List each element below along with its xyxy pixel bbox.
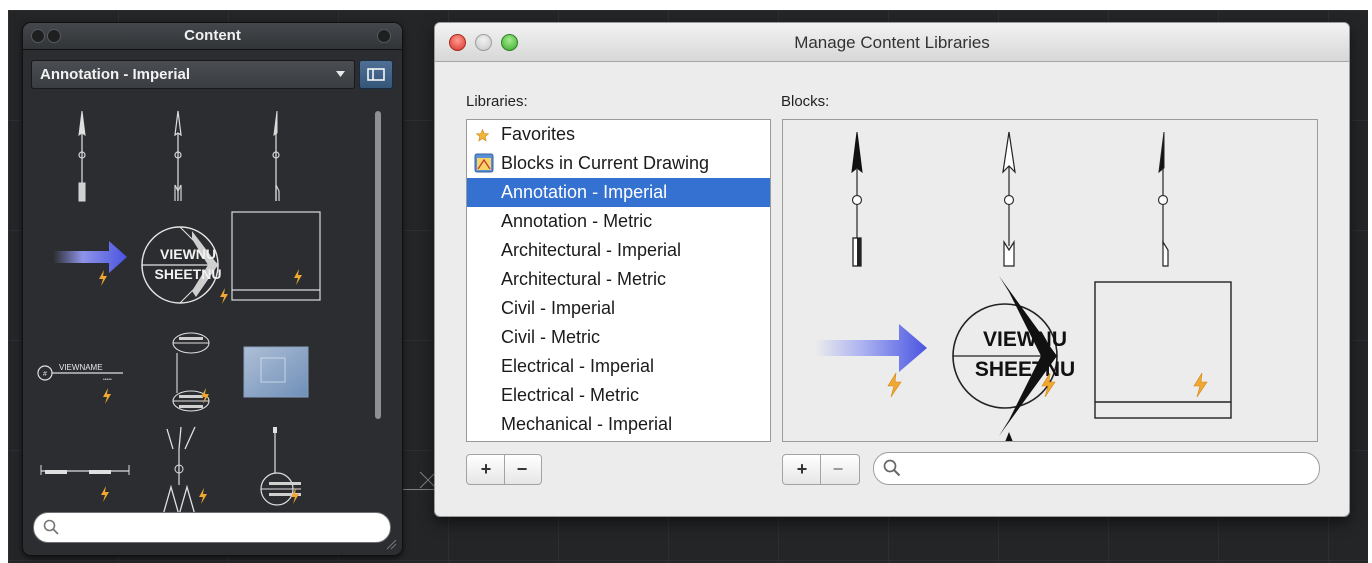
chevron-down-icon [336, 71, 345, 77]
library-label: Civil - Imperial [501, 298, 616, 318]
block-north-arrow-2[interactable] [989, 128, 1029, 268]
block-sheet-text: SHEETNU [975, 358, 1075, 381]
palette-block-section-callout[interactable] [253, 425, 313, 519]
block-next-row-marker [1005, 432, 1013, 441]
dynamic-block-bolt-icon [201, 388, 209, 404]
blocks-search-input[interactable] [873, 452, 1320, 485]
remove-block-button[interactable]: − [821, 455, 855, 484]
list-item[interactable]: Civil - Metric [467, 323, 770, 352]
palette-block-wind-rose[interactable] [159, 425, 219, 519]
add-block-button[interactable]: + [785, 455, 819, 484]
palette-block-north-arrow-1[interactable] [67, 107, 97, 207]
palette-scrollbar[interactable] [375, 111, 381, 419]
view-label-icon: # VIEWNAME ••••• [37, 363, 123, 383]
list-item[interactable]: Annotation - Imperial [467, 178, 770, 207]
remove-library-button[interactable]: − [505, 455, 539, 484]
toggle-view-button[interactable] [359, 60, 393, 89]
add-library-button[interactable]: + [469, 455, 503, 484]
resize-grip-icon[interactable] [385, 538, 397, 550]
palette-block-title-box[interactable] [230, 210, 322, 302]
palette-sheet-text: SHEETNU [155, 266, 222, 282]
dialog-title-bar[interactable]: Manage Content Libraries [435, 23, 1349, 62]
libraries-list: Favorites Blocks in Current Drawing Anno… [466, 119, 771, 442]
dynamic-block-bolt-icon [1041, 372, 1056, 398]
svg-text:•••••: ••••• [103, 377, 112, 383]
library-label: Architectural - Metric [501, 269, 667, 289]
blocks-preview-pane: VIEWNU SHEETNU [782, 119, 1318, 442]
content-palette: Content Annotation - Imperial VIEWNU SHE… [22, 22, 403, 556]
palette-block-image-tile[interactable] [243, 346, 309, 400]
blocks-add-remove-buttons: + − [782, 454, 860, 485]
list-item[interactable]: Electrical - Imperial [467, 352, 770, 381]
library-label: Favorites [501, 124, 576, 144]
palette-block-north-arrow-2[interactable] [163, 107, 193, 207]
library-select[interactable]: Annotation - Imperial [31, 60, 355, 89]
list-item[interactable]: Architectural - Imperial [467, 236, 770, 265]
scale-bar-icon [40, 465, 130, 475]
panel-view-icon [367, 68, 385, 81]
library-label: Mechanical - Imperial [501, 414, 673, 434]
star-icon [476, 129, 489, 142]
block-view-title[interactable]: VIEWNU SHEETNU [947, 270, 1097, 440]
search-icon [883, 459, 901, 477]
image-tile-icon [243, 346, 309, 398]
dynamic-block-bolt-icon [199, 488, 207, 504]
palette-view-text: VIEWNU [160, 246, 216, 262]
library-label: Electrical - Metric [501, 385, 640, 405]
svg-text:#: # [43, 371, 47, 378]
palette-blocks-grid: VIEWNU SHEETNU # VIEWNAME ••••• [23, 95, 378, 517]
library-label: Architectural - Imperial [501, 240, 682, 260]
palette-title: Content [184, 27, 241, 44]
list-item[interactable]: Annotation - Metric [467, 207, 770, 236]
list-item[interactable]: Blocks in Current Drawing [467, 149, 770, 178]
search-icon [43, 519, 59, 535]
dynamic-block-bolt-icon [101, 486, 109, 502]
library-label: Annotation - Metric [501, 211, 653, 231]
block-view-text: VIEWNU [983, 328, 1067, 351]
list-item[interactable]: Architectural - Metric [467, 265, 770, 294]
palette-block-north-arrow-3[interactable] [261, 107, 291, 207]
block-flow-arrow[interactable] [813, 318, 933, 378]
block-north-arrow-1[interactable] [837, 128, 877, 268]
dynamic-block-bolt-icon [291, 488, 299, 504]
block-title-box[interactable] [1093, 280, 1235, 422]
dynamic-block-bolt-icon [220, 288, 228, 304]
dynamic-block-bolt-icon [103, 388, 111, 404]
list-item[interactable]: Electrical - Metric [467, 381, 770, 410]
block-north-arrow-3[interactable] [1143, 128, 1183, 268]
elevation-marker-icon [172, 332, 210, 412]
library-label: Civil - Metric [501, 327, 600, 347]
title-box-icon [231, 211, 321, 301]
library-label: Electrical - Imperial [501, 356, 655, 376]
drawing-blocks-icon [474, 153, 494, 173]
section-tag-icon [260, 427, 301, 506]
dynamic-block-bolt-icon [99, 270, 107, 286]
library-label: Blocks in Current Drawing [501, 153, 710, 173]
library-select-value: Annotation - Imperial [40, 66, 190, 83]
dynamic-block-bolt-icon [1193, 372, 1208, 398]
palette-block-view-label[interactable]: # VIEWNAME ••••• [35, 357, 135, 417]
palette-viewname-text: VIEWNAME [59, 363, 103, 372]
list-item[interactable]: Favorites [467, 120, 770, 149]
dynamic-block-bolt-icon [887, 372, 902, 398]
library-label: Annotation - Imperial [501, 182, 668, 202]
libraries-add-remove-buttons: + − [466, 454, 542, 485]
palette-block-flow-arrow[interactable] [49, 225, 149, 295]
palette-title-bar[interactable]: Content [23, 23, 402, 50]
blocks-label: Blocks: [781, 93, 830, 110]
wind-arrows-icon [162, 426, 196, 516]
palette-search-input[interactable] [33, 512, 391, 543]
libraries-label: Libraries: [466, 93, 528, 110]
list-item[interactable]: Civil - Imperial [467, 294, 770, 323]
manage-libraries-dialog: Manage Content Libraries Libraries: Bloc… [434, 22, 1350, 517]
palette-block-elevation-marker[interactable] [161, 323, 221, 423]
palette-block-scale-bar[interactable] [37, 457, 137, 517]
list-item[interactable]: Mechanical - Imperial [467, 410, 770, 439]
dynamic-block-bolt-icon [294, 269, 302, 285]
dialog-title: Manage Content Libraries [794, 33, 990, 52]
